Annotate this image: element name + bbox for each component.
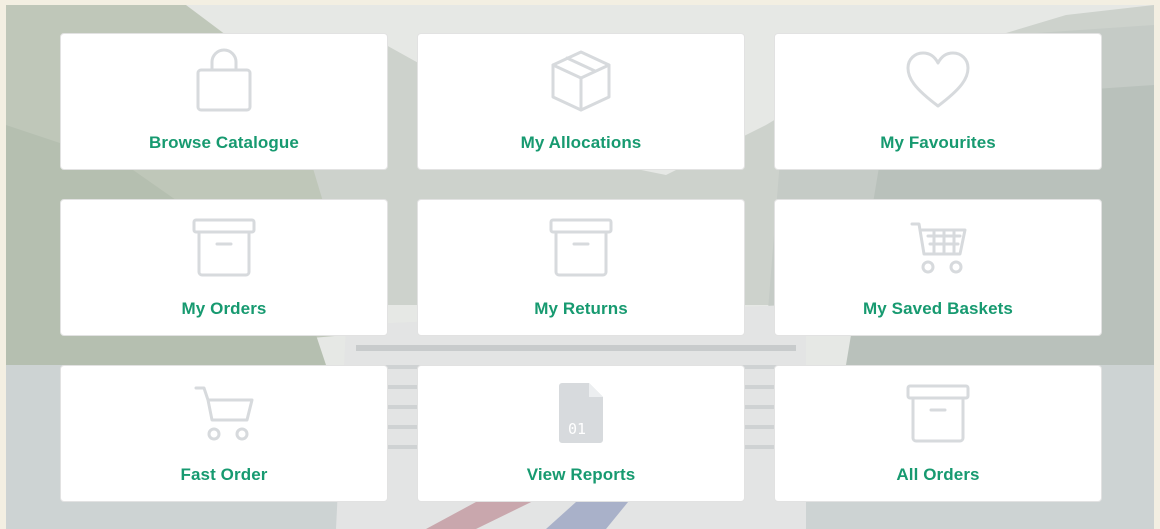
tile-label: My Allocations — [520, 133, 642, 152]
tile-browse-catalogue[interactable]: Browse Catalogue — [60, 33, 388, 170]
archive-box-icon — [904, 380, 972, 446]
tile-label: Fast Order — [180, 465, 268, 484]
tile-my-orders[interactable]: My Orders — [60, 199, 388, 336]
tile-label: My Favourites — [880, 133, 996, 152]
archive-box-icon — [190, 214, 258, 280]
tile-label: Browse Catalogue — [149, 133, 299, 152]
tile-label: My Saved Baskets — [863, 299, 1013, 318]
tile-fast-order[interactable]: Fast Order — [60, 365, 388, 502]
data-file-icon-text: 01 — [568, 420, 586, 438]
tile-label: My Returns — [534, 299, 628, 318]
tile-my-saved-baskets[interactable]: My Saved Baskets — [774, 199, 1102, 336]
tile-view-reports[interactable]: 01 View Reports — [417, 365, 745, 502]
tile-all-orders[interactable]: All Orders — [774, 365, 1102, 502]
dashboard-tile-grid: Browse Catalogue My Allocations My Favou… — [60, 33, 1102, 502]
shopping-bag-icon — [190, 48, 258, 114]
tile-label: All Orders — [896, 465, 980, 484]
shopping-cart-icon — [190, 380, 258, 446]
shopping-basket-icon — [904, 214, 972, 280]
data-file-icon: 01 — [547, 380, 615, 446]
archive-box-icon — [547, 214, 615, 280]
tile-my-returns[interactable]: My Returns — [417, 199, 745, 336]
heart-icon — [904, 48, 972, 114]
box-icon — [547, 48, 615, 114]
tile-my-favourites[interactable]: My Favourites — [774, 33, 1102, 170]
tile-label: My Orders — [181, 299, 267, 318]
tile-label: View Reports — [526, 465, 636, 484]
tile-my-allocations[interactable]: My Allocations — [417, 33, 745, 170]
